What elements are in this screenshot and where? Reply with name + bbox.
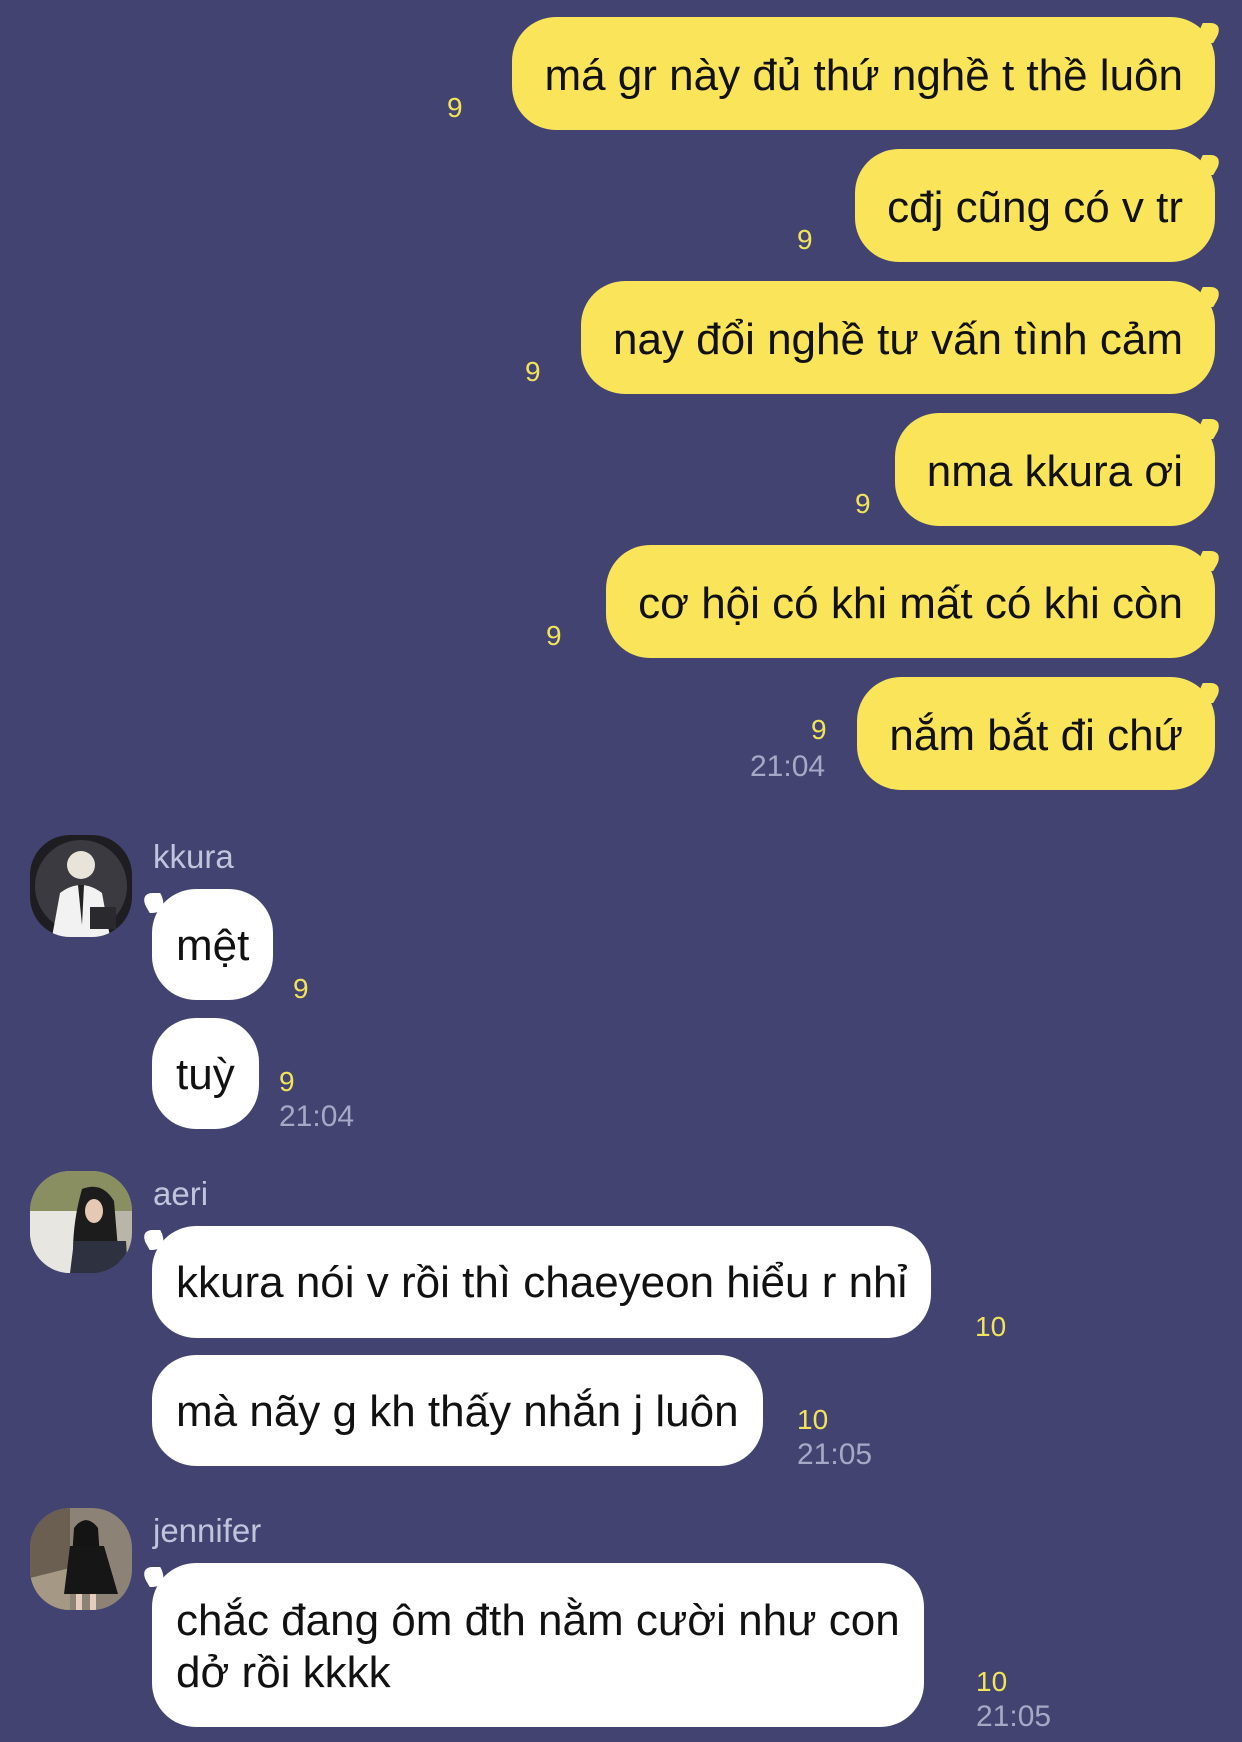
outgoing-message-bubble[interactable]: nma kkura ơi: [894, 413, 1215, 526]
unread-count: 10: [976, 1666, 1008, 1697]
message-timestamp: 21:04: [279, 1100, 355, 1133]
outgoing-message-bubble[interactable]: cơ hội có khi mất có khi còn: [606, 545, 1215, 658]
message-text: kkura nói v rồi thì chaeyeon hiểu r nhỉ: [176, 1258, 908, 1307]
incoming-message-bubble[interactable]: kkura nói v rồi thì chaeyeon hiểu r nhỉ: [152, 1226, 932, 1338]
unread-count: 9: [546, 620, 562, 651]
unread-count: 9: [525, 356, 541, 387]
unread-count: 9: [811, 714, 827, 745]
message-text: nma kkura ơi: [926, 447, 1183, 496]
message-text: tuỳ: [176, 1050, 235, 1099]
message-timestamp: 21:04: [750, 750, 826, 783]
sender-name: aeri: [153, 1175, 209, 1212]
outgoing-message-bubble[interactable]: cđj cũng có v tr: [855, 149, 1215, 262]
message-text: cơ hội có khi mất có khi còn: [638, 579, 1183, 628]
message-text: cđj cũng có v tr: [887, 183, 1183, 232]
incoming-message-bubble[interactable]: mà nãy g kh thấy nhắn j luôn: [152, 1355, 763, 1466]
avatar-kkura-photo-icon: [30, 835, 132, 937]
message-text: má gr này đủ thứ nghề t thề luôn: [544, 51, 1183, 100]
unread-count: 9: [855, 488, 871, 519]
unread-count: 10: [797, 1404, 829, 1435]
message-timestamp: 21:05: [976, 1700, 1052, 1733]
unread-count: 9: [797, 224, 813, 255]
message-text-line: dở rồi kkkk: [176, 1648, 391, 1697]
incoming-message-bubble[interactable]: tuỳ: [152, 1018, 259, 1129]
avatar-aeri-photo-icon: [30, 1171, 132, 1273]
unread-count: 9: [293, 973, 309, 1004]
avatar[interactable]: [30, 835, 132, 937]
outgoing-message-bubble[interactable]: nay đổi nghề tư vấn tình cảm: [580, 281, 1215, 394]
unread-count: 10: [975, 1311, 1007, 1342]
outgoing-message-bubble[interactable]: nắm bắt đi chứ: [857, 677, 1215, 790]
sender-name: kkura: [153, 838, 234, 875]
incoming-message-bubble[interactable]: mệt: [152, 889, 274, 1000]
message-text: nắm bắt đi chứ: [889, 711, 1183, 760]
message-timestamp: 21:05: [797, 1438, 873, 1471]
message-text: nay đổi nghề tư vấn tình cảm: [612, 315, 1183, 364]
avatar-jennifer-photo-icon: [30, 1508, 132, 1610]
message-text-line: chắc đang ôm đth nằm cười như con: [176, 1596, 900, 1645]
sender-name: jennifer: [153, 1512, 262, 1549]
avatar[interactable]: [30, 1508, 132, 1610]
unread-count: 9: [279, 1066, 295, 1097]
unread-count: 9: [447, 92, 463, 123]
message-text: mà nãy g kh thấy nhắn j luôn: [176, 1387, 739, 1436]
outgoing-message-bubble[interactable]: má gr này đủ thứ nghề t thề luôn: [512, 17, 1215, 130]
avatar[interactable]: [30, 1171, 132, 1273]
message-text: mệt: [176, 921, 250, 970]
incoming-message-bubble[interactable]: chắc đang ôm đth nằm cười như con dở rồi…: [152, 1563, 924, 1727]
